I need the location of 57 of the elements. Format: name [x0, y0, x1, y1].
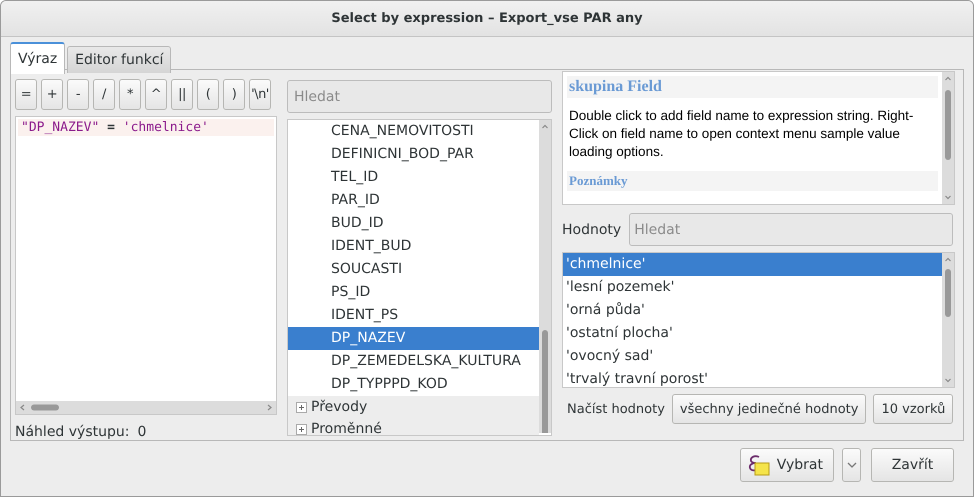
help-text: Double click to add field name to expression string. Right-Click on field name to open context menu sample value loading options.: [569, 107, 914, 161]
field-item[interactable]: PS_ID: [288, 281, 539, 304]
operator-button[interactable]: *: [119, 79, 141, 110]
close-button[interactable]: Zavřít: [871, 448, 954, 482]
operator-button[interactable]: ^: [145, 79, 167, 110]
expression-value: 'chmelnice': [122, 120, 209, 135]
operator-button[interactable]: ): [223, 79, 245, 110]
expand-icon[interactable]: [296, 402, 307, 412]
value-item[interactable]: 'orná půda': [563, 299, 942, 322]
caret-icon: [846, 462, 856, 468]
load-button[interactable]: všechny jedinečné hodnoty: [672, 394, 866, 424]
value-item[interactable]: 'lesní pozemek': [563, 276, 942, 299]
scrollbar[interactable]: [942, 253, 954, 387]
preview-label: Náhled výstupu:: [15, 424, 130, 440]
scrollbar[interactable]: [942, 72, 954, 204]
scrollbar[interactable]: [16, 401, 276, 414]
values-label: Hodnoty: [562, 222, 622, 238]
field-item[interactable]: IDENT_BUD: [288, 235, 539, 258]
preview-value: 0: [137, 424, 146, 440]
field-item[interactable]: DP_ZEMEDELSKA_KULTURA: [288, 350, 539, 373]
load-values-label: Načíst hodnoty: [567, 402, 665, 416]
operator-button[interactable]: /: [93, 79, 115, 110]
scrollbar[interactable]: [539, 120, 551, 433]
expression-field: "DP_NAZEV": [21, 120, 100, 135]
field-item[interactable]: TEL_ID: [288, 166, 539, 189]
expression-editor[interactable]: "DP_NAZEV" = 'chmelnice': [15, 116, 277, 415]
help-title: skupina Field: [567, 76, 938, 98]
select-button[interactable]: Vybrat: [740, 448, 834, 482]
load-button[interactable]: 10 vzorků: [873, 394, 954, 424]
tab[interactable]: Výraz: [10, 42, 66, 74]
operator-button[interactable]: (: [197, 79, 219, 110]
field-item[interactable]: BUD_ID: [288, 212, 539, 235]
search-field[interactable]: Hledat: [287, 80, 552, 113]
value-item[interactable]: 'chmelnice': [563, 253, 942, 276]
operator-button[interactable]: '\n': [249, 79, 271, 110]
field-item[interactable]: DP_NAZEV: [288, 327, 539, 350]
field-item[interactable]: SOUCASTI: [288, 258, 539, 281]
field-item[interactable]: DP_TYPPPD_KOD: [288, 373, 539, 396]
field-item[interactable]: CENA_NEMOVITOSTI: [288, 120, 539, 143]
operator-button[interactable]: +: [41, 79, 63, 110]
operator-button[interactable]: -: [67, 79, 89, 110]
values-search-field[interactable]: Hledat: [629, 213, 953, 246]
field-item[interactable]: IDENT_PS: [288, 304, 539, 327]
value-item[interactable]: 'ostatní plocha': [563, 322, 942, 345]
value-item[interactable]: 'trvalý travní porost': [563, 368, 942, 387]
notes-heading: Poznámky: [567, 171, 938, 191]
field-item[interactable]: PAR_ID: [288, 189, 539, 212]
window-title: Select by expression – Export_vse PAR any: [1, 1, 973, 37]
expression-icon: [746, 454, 771, 476]
operator-button[interactable]: =: [15, 79, 37, 110]
tab[interactable]: Editor funkcí: [67, 46, 172, 73]
value-item[interactable]: 'ovocný sad': [563, 345, 942, 368]
operator-button[interactable]: ||: [171, 79, 193, 110]
field-item[interactable]: DEFINICNI_BOD_PAR: [288, 143, 539, 166]
expand-icon[interactable]: [296, 424, 307, 434]
expression-operator: =: [107, 120, 115, 135]
dropdown-button[interactable]: [842, 448, 861, 482]
